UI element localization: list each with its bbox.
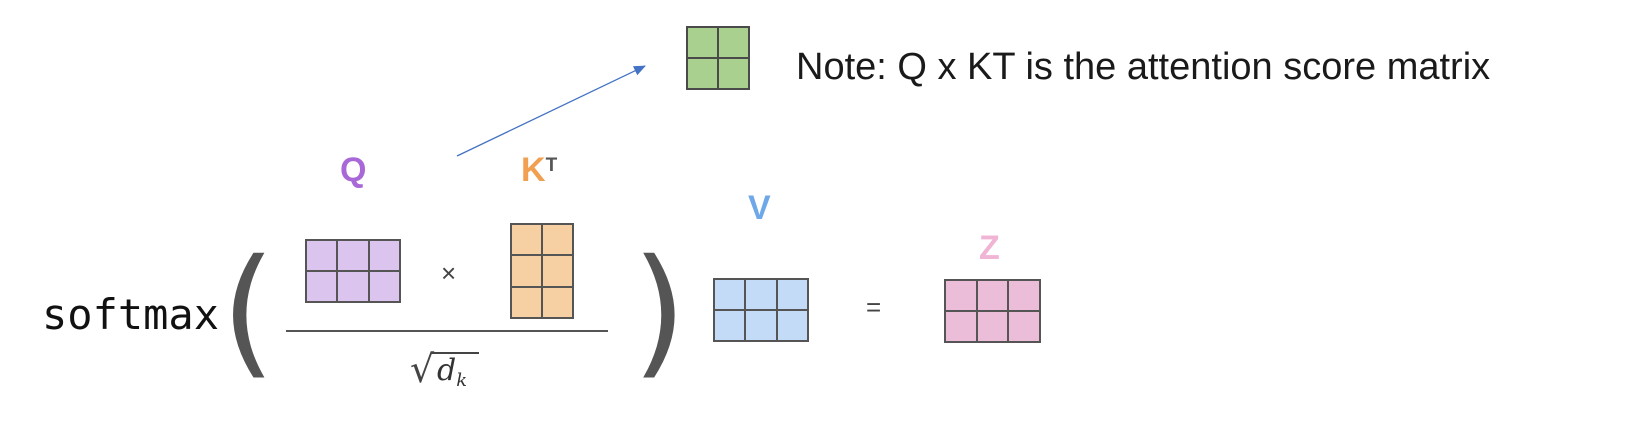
matrix-cell xyxy=(511,286,542,318)
matrix-cell xyxy=(542,255,573,287)
q-label: Q xyxy=(340,151,367,189)
matrix-cell xyxy=(776,310,808,341)
close-parenthesis: ) xyxy=(632,230,687,393)
z-matrix xyxy=(944,279,1041,343)
matrix-cell xyxy=(306,240,338,271)
z-label: Z xyxy=(979,229,1000,267)
matrix-cell xyxy=(368,271,400,302)
matrix-cell xyxy=(511,255,542,287)
equals-symbol: = xyxy=(866,292,882,322)
sqrt-icon: √ xyxy=(410,347,435,391)
denominator-dk: dk xyxy=(437,354,467,392)
matrix-cell xyxy=(714,279,746,310)
q-matrix xyxy=(305,239,401,303)
matrix-cell xyxy=(542,224,573,256)
transpose-superscript: T xyxy=(545,155,558,176)
matrix-cell xyxy=(542,286,573,318)
k-transpose-label: KT xyxy=(521,152,557,188)
attention-score-matrix xyxy=(686,26,750,90)
k-transpose-matrix xyxy=(510,223,574,319)
denominator-var: d xyxy=(437,353,457,388)
matrix-cell xyxy=(745,310,777,341)
v-label: V xyxy=(748,189,771,227)
matrix-cell xyxy=(368,240,400,271)
matrix-cell xyxy=(337,271,369,302)
denominator-sub: k xyxy=(456,370,468,391)
fraction-bar xyxy=(286,330,608,332)
matrix-cell xyxy=(1008,311,1040,342)
open-parenthesis: ( xyxy=(221,230,276,393)
note-text: Note: Q x KT is the attention score matr… xyxy=(796,46,1491,88)
softmax-function: softmax xyxy=(42,290,220,339)
arrow-line xyxy=(456,65,646,157)
matrix-cell xyxy=(976,280,1009,311)
matrix-cell xyxy=(745,279,777,310)
matrix-cell xyxy=(945,280,977,311)
matrix-cell xyxy=(511,224,542,256)
matrix-cell xyxy=(1008,280,1040,311)
matrix-cell xyxy=(306,271,338,302)
matrix-cell xyxy=(687,27,718,58)
matrix-cell xyxy=(976,311,1009,342)
v-matrix xyxy=(713,278,809,342)
matrix-cell xyxy=(337,240,369,271)
matrix-cell xyxy=(776,279,808,310)
matrix-cell xyxy=(718,27,749,58)
matrix-cell xyxy=(945,311,977,342)
matrix-cell xyxy=(718,58,749,89)
matrix-cell xyxy=(687,58,718,89)
multiply-symbol: × xyxy=(441,258,457,288)
k-label: K xyxy=(521,151,546,189)
matrix-cell xyxy=(714,310,746,341)
